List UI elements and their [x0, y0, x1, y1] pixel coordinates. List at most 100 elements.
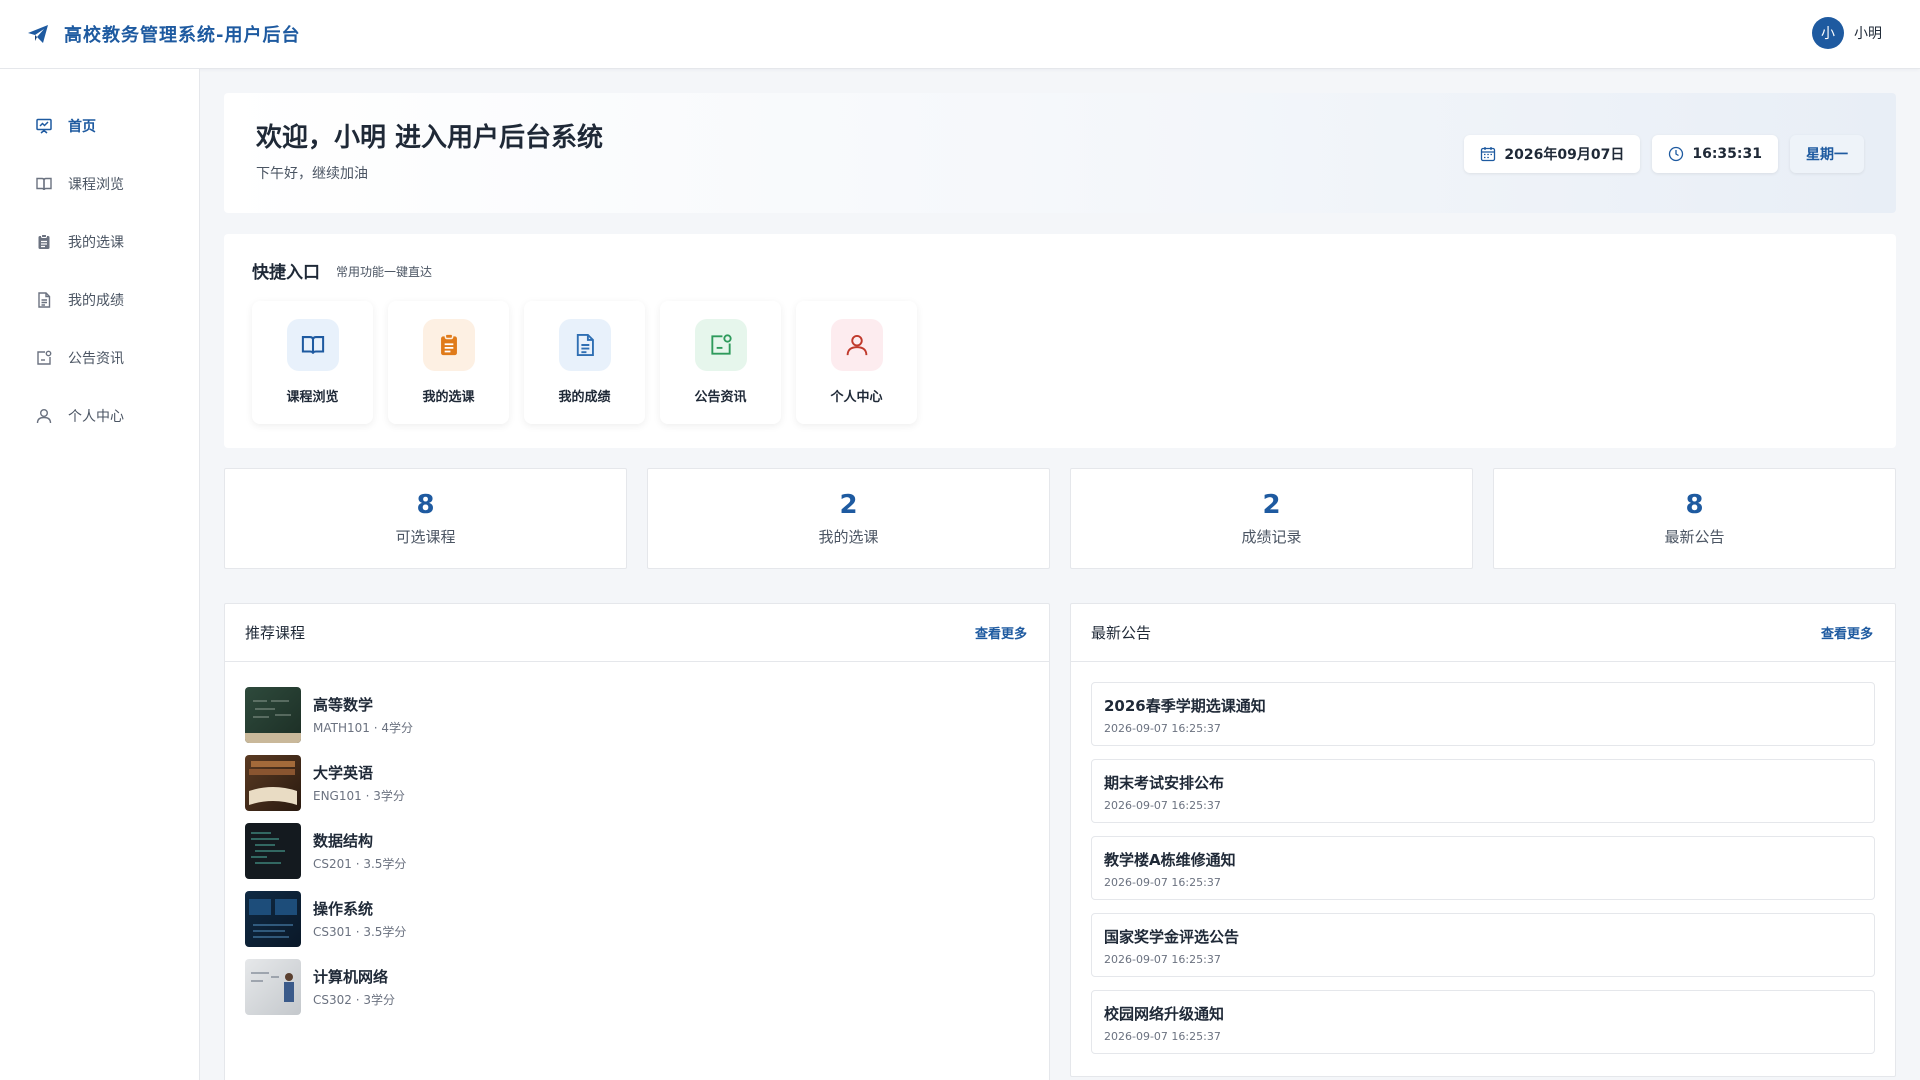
stat-card-grade-records[interactable]: 2 成绩记录 [1070, 468, 1473, 569]
list-item[interactable]: 校园网络升级通知 2026-09-07 16:25:37 [1091, 990, 1875, 1054]
notice-time: 2026-09-07 16:25:37 [1104, 876, 1221, 889]
date-chip: 2026年09月07日 [1464, 135, 1641, 173]
stat-label: 我的选课 [818, 528, 879, 546]
user-icon [830, 319, 883, 371]
app-title: 高校教务管理系统-用户后台 [64, 25, 301, 46]
course-thumbnail-screens [245, 891, 301, 947]
calendar-icon [1480, 146, 1496, 162]
date-text: 2026年09月07日 [1504, 147, 1625, 163]
stat-value: 8 [416, 490, 435, 520]
stat-card-latest-notices[interactable]: 8 最新公告 [1493, 468, 1896, 569]
quick-card-announcements[interactable]: 公告资讯 [660, 301, 781, 424]
sidebar-item-my-grades[interactable]: 我的成绩 [0, 271, 199, 329]
book-icon [35, 175, 53, 193]
list-item[interactable]: 高等数学 MATH101 · 4学分 [245, 681, 1049, 749]
stats-row: 8 可选课程 2 我的选课 2 成绩记录 8 最新公告 [224, 468, 1896, 569]
notice-time: 2026-09-07 16:25:37 [1104, 953, 1221, 966]
clock-icon [1668, 146, 1684, 162]
sidebar: 首页 课程浏览 我的选课 我的成绩 公告资讯 个人中心 [0, 69, 200, 1080]
top-header: 高校教务管理系统-用户后台 小 小明 [0, 0, 1920, 69]
panel-title: 推荐课程 [245, 624, 306, 642]
book-icon [286, 319, 339, 371]
sidebar-item-label: 我的成绩 [68, 293, 124, 309]
course-thumbnail-books [245, 755, 301, 811]
paper-plane-icon [26, 22, 50, 46]
view-more-link[interactable]: 查看更多 [1821, 623, 1873, 642]
panel-header: 最新公告 查看更多 [1071, 604, 1895, 662]
recommended-courses-panel: 推荐课程 查看更多 高等数学 MATH101 · 4学分 大学英语 ENG101… [224, 603, 1050, 1080]
clipboard-icon [35, 233, 53, 251]
quick-card-label: 我的成绩 [558, 390, 611, 405]
list-item[interactable]: 大学英语 ENG101 · 3学分 [245, 749, 1049, 817]
list-item[interactable]: 期末考试安排公布 2026-09-07 16:25:37 [1091, 759, 1875, 823]
stat-card-my-courses[interactable]: 2 我的选课 [647, 468, 1050, 569]
notice-list: 2026春季学期选课通知 2026-09-07 16:25:37 期末考试安排公… [1071, 662, 1895, 1054]
datetime-chips: 2026年09月07日 16:35:31 星期一 [1464, 135, 1864, 173]
sidebar-item-my-courses[interactable]: 我的选课 [0, 213, 199, 271]
notice-title: 期末考试安排公布 [1104, 774, 1225, 792]
course-thumbnail-code [245, 823, 301, 879]
stat-value: 2 [1262, 490, 1281, 520]
clipboard-icon [422, 319, 475, 371]
stat-label: 最新公告 [1664, 528, 1725, 546]
notice-title: 国家奖学金评选公告 [1104, 928, 1240, 946]
list-item[interactable]: 数据结构 CS201 · 3.5学分 [245, 817, 1049, 885]
list-item[interactable]: 2026春季学期选课通知 2026-09-07 16:25:37 [1091, 682, 1875, 746]
welcome-title: 欢迎，小明 进入用户后台系统 [256, 123, 604, 153]
brand[interactable]: 高校教务管理系统-用户后台 [26, 21, 300, 47]
course-thumbnail-chalkboard [245, 687, 301, 743]
course-meta: CS201 · 3.5学分 [313, 857, 407, 871]
view-more-link[interactable]: 查看更多 [975, 623, 1027, 642]
panel-title: 最新公告 [1091, 624, 1152, 642]
course-name: 大学英语 [313, 764, 374, 782]
user-name[interactable]: 小明 [1854, 23, 1882, 43]
list-item[interactable]: 教学楼A栋维修通知 2026-09-07 16:25:37 [1091, 836, 1875, 900]
sidebar-item-label: 课程浏览 [68, 177, 124, 193]
welcome-subtitle: 下午好，继续加油 [256, 166, 368, 182]
quick-access-subtitle: 常用功能一键直达 [336, 265, 433, 279]
notice-title: 2026春季学期选课通知 [1104, 697, 1266, 715]
list-item[interactable]: 操作系统 CS301 · 3.5学分 [245, 885, 1049, 953]
course-meta: MATH101 · 4学分 [313, 721, 413, 735]
sidebar-item-label: 首页 [68, 119, 96, 135]
notice-time: 2026-09-07 16:25:37 [1104, 799, 1221, 812]
avatar[interactable]: 小 [1812, 17, 1844, 49]
weekday-chip: 星期一 [1790, 135, 1864, 173]
quick-access-title: 快捷入口 [252, 263, 320, 283]
stat-value: 8 [1685, 490, 1704, 520]
sidebar-item-label: 我的选课 [68, 235, 124, 251]
sidebar-item-label: 公告资讯 [68, 351, 124, 367]
stat-label: 成绩记录 [1241, 528, 1302, 546]
sidebar-item-announcements[interactable]: 公告资讯 [0, 329, 199, 387]
quick-card-course-browse[interactable]: 课程浏览 [252, 301, 373, 424]
quick-card-label: 公告资讯 [694, 390, 747, 405]
list-item[interactable]: 国家奖学金评选公告 2026-09-07 16:25:37 [1091, 913, 1875, 977]
quick-access-cards: 课程浏览 我的选课 我的成绩 公告资讯 个人中心 [252, 301, 917, 424]
sidebar-item-course-browse[interactable]: 课程浏览 [0, 155, 199, 213]
notice-time: 2026-09-07 16:25:37 [1104, 722, 1221, 735]
panel-header: 推荐课程 查看更多 [225, 604, 1049, 662]
notice-title: 校园网络升级通知 [1104, 1005, 1225, 1023]
list-item[interactable]: 计算机网络 CS302 · 3学分 [245, 953, 1049, 1021]
quick-card-my-courses[interactable]: 我的选课 [388, 301, 509, 424]
quick-card-label: 课程浏览 [286, 390, 339, 405]
sidebar-item-profile[interactable]: 个人中心 [0, 387, 199, 445]
user-menu[interactable]: 小 小明 [1812, 17, 1882, 49]
course-list: 高等数学 MATH101 · 4学分 大学英语 ENG101 · 3学分 数据结… [225, 662, 1049, 1021]
document-icon [558, 319, 611, 371]
course-meta: ENG101 · 3学分 [313, 789, 405, 803]
course-name: 高等数学 [313, 696, 374, 714]
quick-card-my-grades[interactable]: 我的成绩 [524, 301, 645, 424]
notice-time: 2026-09-07 16:25:37 [1104, 1030, 1221, 1043]
stat-card-available-courses[interactable]: 8 可选课程 [224, 468, 627, 569]
quick-card-profile[interactable]: 个人中心 [796, 301, 917, 424]
time-text: 16:35:31 [1692, 146, 1762, 162]
sidebar-item-label: 个人中心 [68, 409, 124, 425]
sidebar-item-home[interactable]: 首页 [0, 97, 199, 155]
notice-title: 教学楼A栋维修通知 [1104, 851, 1236, 869]
quick-access-panel: 快捷入口 常用功能一键直达 课程浏览 我的选课 我的成绩 公告资讯 个人中心 [224, 234, 1896, 448]
weekday-text: 星期一 [1806, 147, 1848, 163]
course-meta: CS302 · 3学分 [313, 993, 395, 1007]
quick-card-label: 个人中心 [830, 390, 883, 405]
course-thumbnail-whiteboard [245, 959, 301, 1015]
